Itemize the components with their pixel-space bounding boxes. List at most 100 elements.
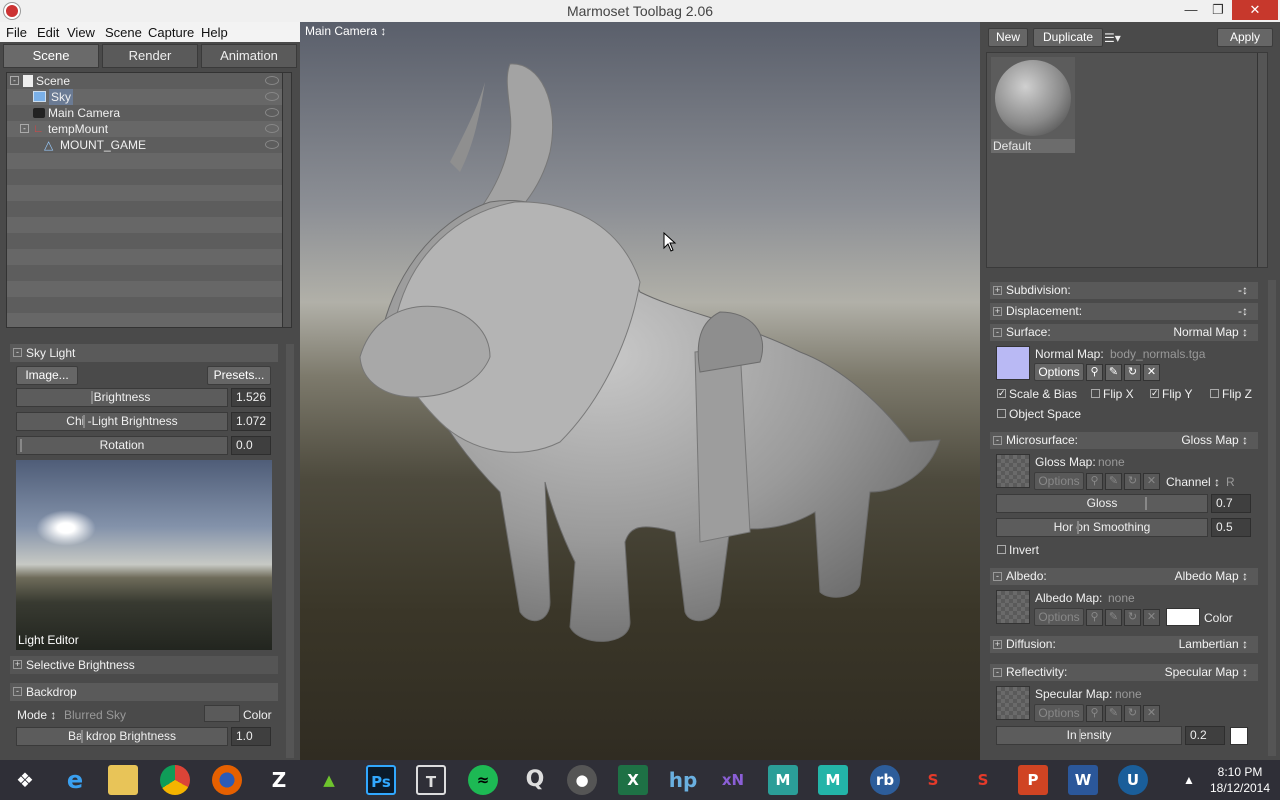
sky-presets-button[interactable]: Presets... [207,366,271,385]
sky-light-header[interactable]: - Sky Light [10,344,278,362]
search-icon[interactable]: ⚲ [1086,364,1103,381]
search-icon[interactable]: ⚲ [1086,609,1103,626]
file-explorer-icon[interactable] [108,765,138,795]
rotation-value[interactable]: 0.0 [231,436,271,455]
specular-map-thumbnail[interactable] [996,686,1030,720]
menu-file[interactable]: File [6,25,27,40]
collapse-icon[interactable]: - [20,124,29,133]
rotation-slider[interactable]: Rotation [16,436,228,455]
eyedropper-icon[interactable]: ✎ [1105,473,1122,490]
visibility-eye-icon[interactable] [265,124,279,133]
surface-header[interactable]: - Surface: Normal Map ↕ [990,324,1258,341]
expand-icon[interactable]: + [993,286,1002,295]
collapse-icon[interactable]: - [993,328,1002,337]
reload-icon[interactable]: ↻ [1124,609,1141,626]
material-menu-icon[interactable]: ☰▾ [1104,31,1121,45]
slider-knob[interactable] [83,415,85,428]
menu-capture[interactable]: Capture [148,25,194,40]
tree-scrollbar[interactable] [282,73,291,327]
flip-x-checkbox[interactable] [1091,389,1100,398]
tree-item-mount-game[interactable]: △ MOUNT_GAME [7,137,283,153]
search-icon[interactable]: ⚲ [1086,705,1103,722]
surface-mode-dropdown[interactable]: Normal Map ↕ [1173,324,1248,341]
microsurface-header[interactable]: - Microsurface: Gloss Map ↕ [990,432,1258,449]
visibility-eye-icon[interactable] [265,76,279,85]
displacement-header[interactable]: + Displacement: -↕ [990,303,1258,320]
gloss-map-options-button[interactable]: Options [1034,472,1084,490]
slider-knob[interactable] [1145,497,1147,510]
subdivision-header[interactable]: + Subdivision: -↕ [990,282,1258,299]
mudbox-icon[interactable]: M [768,765,798,795]
gloss-value[interactable]: 0.7 [1211,494,1251,513]
horizon-smoothing-slider[interactable]: Hor on Smoothing [996,518,1208,537]
brightness-value[interactable]: 1.526 [231,388,271,407]
word-icon[interactable]: W [1068,765,1098,795]
menu-help[interactable]: Help [201,25,228,40]
collapse-icon[interactable]: - [993,572,1002,581]
normal-map-thumbnail[interactable] [996,346,1030,380]
channel-value[interactable]: R [1226,475,1235,489]
visibility-eye-icon[interactable] [265,140,279,149]
backdrop-brightness-value[interactable]: 1.0 [231,727,271,746]
marmoset-icon[interactable]: ● [567,765,597,795]
xnormal-icon[interactable]: xN [718,765,748,795]
backdrop-header[interactable]: - Backdrop [10,683,278,701]
collapse-icon[interactable]: - [993,668,1002,677]
clear-icon[interactable]: ✕ [1143,609,1160,626]
collapse-icon[interactable]: - [10,76,19,85]
hp-icon[interactable]: hp [668,765,698,795]
tray-overflow-icon[interactable]: ▲ [1183,773,1195,787]
material-settings-scrollbar[interactable] [1268,280,1276,756]
channel-dropdown[interactable]: Channel ↕ [1166,475,1220,489]
tab-animation[interactable]: Animation [201,44,297,68]
apply-material-button[interactable]: Apply [1217,28,1273,47]
collapse-icon[interactable]: - [13,348,22,357]
zbrush-icon[interactable]: Z [264,765,294,795]
specular-map-options-button[interactable]: Options [1034,704,1084,722]
rb-icon[interactable]: rb [870,765,900,795]
albedo-color-swatch[interactable] [1166,608,1200,626]
search-icon[interactable]: ⚲ [1086,473,1103,490]
spotify-icon[interactable]: ≈ [468,765,498,795]
slider-knob[interactable] [91,391,93,404]
topogun-icon[interactable]: T [416,765,446,795]
3d-viewport[interactable]: Main Camera ↕ [300,22,980,760]
normal-map-options-button[interactable]: Options [1034,363,1084,381]
diffusion-header[interactable]: + Diffusion: Lambertian ↕ [990,636,1258,653]
collapse-icon[interactable]: - [13,687,22,696]
firefox-icon[interactable] [212,765,242,795]
object-space-checkbox[interactable] [997,409,1006,418]
backdrop-mode-value[interactable]: Blurred Sky [64,708,126,722]
flip-y-checkbox[interactable]: ✓ [1150,389,1159,398]
albedo-mode-dropdown[interactable]: Albedo Map ↕ [1175,568,1248,585]
microsurface-mode-dropdown[interactable]: Gloss Map ↕ [1181,432,1248,449]
settings-scrollbar[interactable] [286,344,294,758]
specular-color-swatch[interactable] [1230,727,1248,745]
invert-checkbox[interactable] [997,545,1006,554]
reflectivity-header[interactable]: - Reflectivity: Specular Map ↕ [990,664,1258,681]
albedo-map-thumbnail[interactable] [996,590,1030,624]
substance-designer-icon[interactable]: S [968,765,998,795]
collapse-icon[interactable]: - [993,436,1002,445]
expand-icon[interactable]: + [993,640,1002,649]
sky-light-editor-preview[interactable]: Light Editor [16,460,272,650]
substance-green-icon[interactable]: ▲ [314,765,344,795]
eyedropper-icon[interactable]: ✎ [1105,609,1122,626]
backdrop-brightness-slider[interactable]: Ba kdrop Brightness [16,727,228,746]
maximize-button[interactable]: ❐ [1203,0,1233,20]
slider-knob[interactable] [1077,521,1079,534]
albedo-map-options-button[interactable]: Options [1034,608,1084,626]
internet-explorer-icon[interactable]: e [60,765,90,795]
backdrop-mode-dropdown[interactable]: Mode ↕ [17,708,56,722]
reload-icon[interactable]: ↻ [1124,364,1141,381]
slider-knob[interactable] [1079,729,1081,742]
tab-render[interactable]: Render [102,44,198,68]
child-light-brightness-slider[interactable]: Chi -Light Brightness [16,412,228,431]
windows-start-icon[interactable]: ❖ [10,765,40,795]
sky-image-button[interactable]: Image... [16,366,78,385]
duplicate-material-button[interactable]: Duplicate [1033,28,1103,47]
intensity-value[interactable]: 0.2 [1185,726,1225,745]
eyedropper-icon[interactable]: ✎ [1105,364,1122,381]
intensity-slider[interactable]: In ensity [996,726,1182,745]
gloss-map-thumbnail[interactable] [996,454,1030,488]
